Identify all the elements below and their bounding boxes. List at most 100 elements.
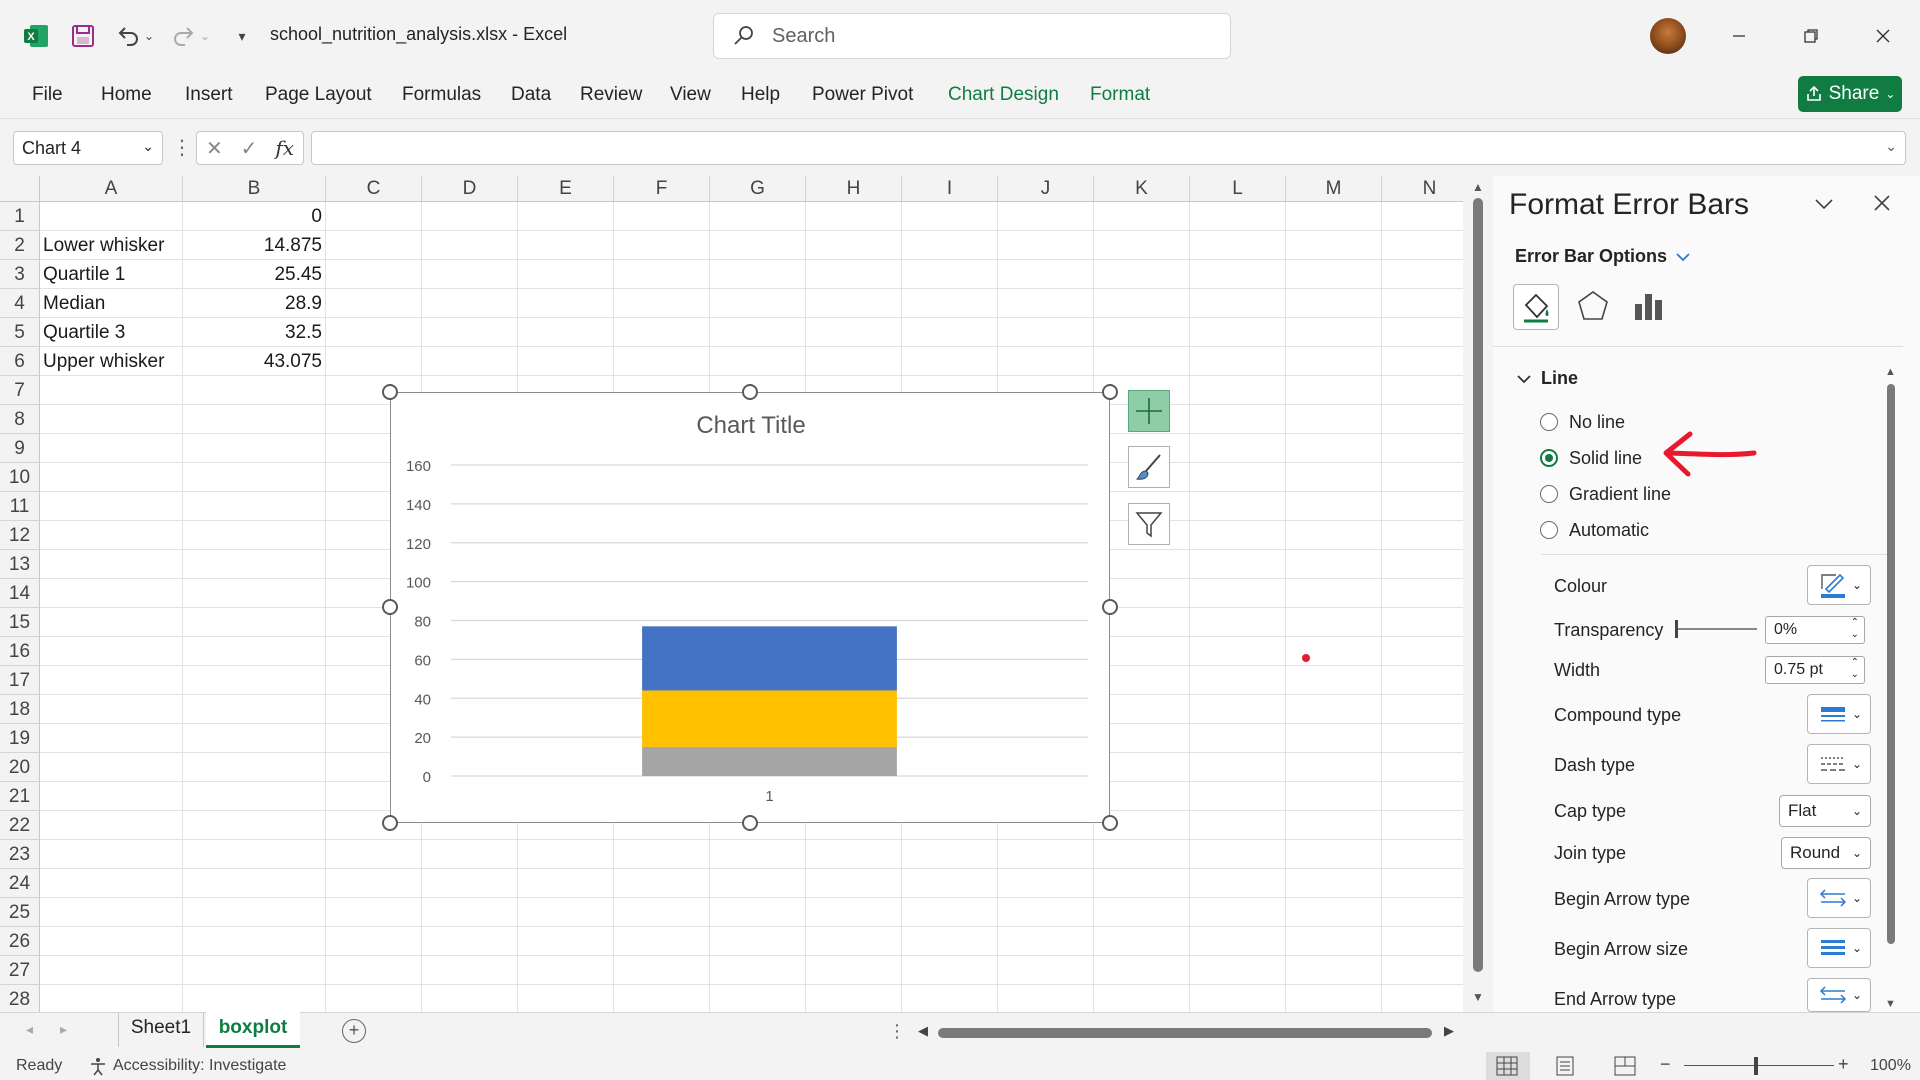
- row-header[interactable]: 8: [0, 405, 40, 434]
- scroll-left-icon[interactable]: ◀: [918, 1023, 928, 1039]
- row-header[interactable]: 12: [0, 521, 40, 550]
- cancel-icon[interactable]: ✕: [206, 136, 223, 161]
- scroll-down-icon[interactable]: ▼: [1472, 990, 1484, 1004]
- tab-formulas[interactable]: Formulas: [402, 84, 481, 106]
- cell-value[interactable]: 32.5: [183, 322, 322, 344]
- column-header[interactable]: D: [422, 176, 518, 202]
- radio-automatic[interactable]: [1540, 521, 1558, 539]
- y-tick-label[interactable]: 20: [414, 730, 431, 747]
- resize-handle[interactable]: [382, 815, 398, 831]
- y-tick-label[interactable]: 160: [406, 458, 431, 475]
- y-tick-label[interactable]: 40: [414, 691, 431, 708]
- row-header[interactable]: 10: [0, 463, 40, 492]
- begin-arrow-type-button[interactable]: ⌄: [1807, 878, 1871, 918]
- name-box[interactable]: Chart 4 ⌄: [13, 131, 163, 165]
- resize-handle[interactable]: [1102, 384, 1118, 400]
- column-header[interactable]: J: [998, 176, 1094, 202]
- row-header[interactable]: 15: [0, 608, 40, 637]
- resize-handle[interactable]: [1102, 599, 1118, 615]
- accessibility-icon[interactable]: [88, 1056, 108, 1080]
- zoom-out-icon[interactable]: −: [1660, 1054, 1671, 1075]
- cell-label[interactable]: Quartile 1: [43, 264, 125, 286]
- y-tick-label[interactable]: 140: [406, 497, 431, 514]
- column-header[interactable]: B: [183, 176, 326, 202]
- row-header[interactable]: 20: [0, 753, 40, 782]
- pane-options-chevron-icon[interactable]: [1813, 192, 1835, 220]
- cell-value[interactable]: 14.875: [183, 235, 322, 257]
- fill-line-tab[interactable]: [1513, 284, 1559, 330]
- y-tick-label[interactable]: 80: [414, 614, 431, 631]
- radio-solid-line[interactable]: [1540, 449, 1558, 467]
- zoom-slider-thumb[interactable]: [1754, 1057, 1758, 1075]
- add-sheet-button[interactable]: +: [342, 1019, 366, 1043]
- y-tick-label[interactable]: 120: [406, 536, 431, 553]
- row-header[interactable]: 22: [0, 811, 40, 840]
- column-header[interactable]: C: [326, 176, 422, 202]
- cell-label[interactable]: Median: [43, 293, 105, 315]
- bar-segment[interactable]: [642, 626, 897, 691]
- row-header[interactable]: 4: [0, 289, 40, 318]
- row-header[interactable]: 17: [0, 666, 40, 695]
- enter-icon[interactable]: ✓: [241, 136, 258, 161]
- cell-label[interactable]: Quartile 3: [43, 322, 125, 344]
- spinner-icon[interactable]: ⌃ ⌄: [1851, 657, 1859, 681]
- search-input[interactable]: Search: [713, 13, 1231, 59]
- customize-qat-icon[interactable]: ▾: [226, 20, 258, 52]
- row-header[interactable]: 14: [0, 579, 40, 608]
- cell-label[interactable]: Lower whisker: [43, 235, 164, 257]
- compound-type-button[interactable]: ⌄: [1807, 694, 1871, 734]
- tab-file[interactable]: File: [32, 84, 63, 106]
- chart-title[interactable]: Chart Title: [696, 412, 805, 439]
- y-tick-label[interactable]: 0: [423, 769, 431, 786]
- scroll-right-icon[interactable]: ▶: [1444, 1023, 1454, 1039]
- colour-picker-button[interactable]: ⌄: [1807, 565, 1871, 605]
- line-section-header[interactable]: Line: [1517, 368, 1578, 389]
- spreadsheet-grid[interactable]: ABCDEFGHIJKLMN 1 2 3 4 5 6 7 8 9 10 11 12 13 14 15 16 17…: [0, 176, 1463, 1012]
- row-header[interactable]: 13: [0, 550, 40, 579]
- row-header[interactable]: 3: [0, 260, 40, 289]
- column-header[interactable]: I: [902, 176, 998, 202]
- cell-value[interactable]: 43.075: [183, 351, 322, 373]
- y-tick-label[interactable]: 100: [406, 575, 431, 592]
- insert-function-icon[interactable]: fx: [275, 136, 294, 160]
- chart[interactable]: Chart Title 0 20 40 60 80 100 120 140 160 1: [390, 392, 1110, 823]
- tab-power-pivot[interactable]: Power Pivot: [812, 84, 913, 106]
- dash-type-button[interactable]: ⌄: [1807, 744, 1871, 784]
- tab-page-layout[interactable]: Page Layout: [265, 84, 372, 106]
- resize-handle[interactable]: [382, 384, 398, 400]
- transparency-slider-thumb[interactable]: [1675, 620, 1678, 638]
- row-header[interactable]: 5: [0, 318, 40, 347]
- scroll-up-icon[interactable]: ▲: [1472, 180, 1484, 194]
- chart-elements-button[interactable]: [1128, 390, 1170, 432]
- vertical-scrollbar[interactable]: ▲ ▼: [1463, 176, 1493, 1012]
- cell-value[interactable]: 0: [183, 206, 322, 228]
- resize-handle[interactable]: [1102, 815, 1118, 831]
- transparency-input[interactable]: 0% ⌃ ⌄: [1765, 616, 1865, 644]
- row-header[interactable]: 6: [0, 347, 40, 376]
- column-header[interactable]: M: [1286, 176, 1382, 202]
- tab-chart-design[interactable]: Chart Design: [948, 84, 1059, 106]
- column-header[interactable]: G: [710, 176, 806, 202]
- sheet-tab-sheet1[interactable]: Sheet1: [118, 1013, 204, 1047]
- pane-scroll-thumb[interactable]: [1887, 384, 1895, 944]
- gradient-line-label[interactable]: Gradient line: [1569, 484, 1671, 505]
- effects-tab[interactable]: [1573, 286, 1613, 331]
- redo-dropdown-icon[interactable]: ⌄: [196, 20, 214, 52]
- resize-handle[interactable]: [382, 599, 398, 615]
- error-bar-options-dropdown[interactable]: Error Bar Options: [1515, 246, 1691, 267]
- chart-styles-button[interactable]: [1128, 446, 1170, 488]
- row-header[interactable]: 18: [0, 695, 40, 724]
- pane-scroll-up-icon[interactable]: ▲: [1885, 366, 1896, 378]
- page-layout-view-icon[interactable]: [1554, 1056, 1576, 1076]
- close-icon[interactable]: [1860, 16, 1906, 56]
- row-header[interactable]: 1: [0, 202, 40, 231]
- column-header[interactable]: E: [518, 176, 614, 202]
- zoom-level[interactable]: 100%: [1870, 1057, 1911, 1075]
- cell-value[interactable]: 25.45: [183, 264, 322, 286]
- cell-label[interactable]: Upper whisker: [43, 351, 164, 373]
- resize-handle[interactable]: [742, 384, 758, 400]
- save-icon[interactable]: [67, 20, 99, 52]
- row-header[interactable]: 24: [0, 869, 40, 898]
- tab-data[interactable]: Data: [511, 84, 551, 106]
- spinner-icon[interactable]: ⌃ ⌄: [1851, 617, 1859, 641]
